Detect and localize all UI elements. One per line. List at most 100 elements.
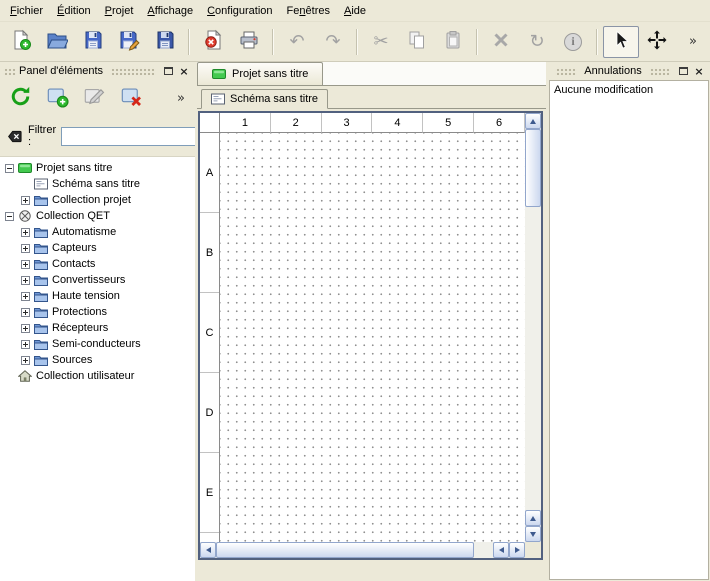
expander-plus-icon[interactable] [21,244,30,253]
left-dock-close-button[interactable]: × [176,64,192,78]
element-info-button[interactable]: i [555,26,591,58]
delete-button[interactable] [483,26,519,58]
cut-button[interactable]: ✂ [363,26,399,58]
edit-element-button[interactable] [79,83,109,113]
print-button[interactable] [231,26,267,58]
move-cross-icon [646,29,668,54]
vertical-scrollbar-track[interactable] [525,207,541,510]
rotate-icon: ↻ [529,33,544,51]
tree-item-collection-qet[interactable]: Collection QET [0,208,195,224]
expander-plus-icon[interactable] [21,340,30,349]
refresh-icon [9,85,32,111]
tree-item-schema[interactable]: Schéma sans titre [0,176,195,192]
new-element-button[interactable] [42,83,72,113]
selection-mode-button[interactable] [603,26,639,58]
open-document-button[interactable] [39,26,75,58]
tree-item-sources[interactable]: Sources [0,352,195,368]
panel-overflow-button[interactable]: » [177,91,190,106]
scroll-left-button[interactable] [200,542,216,558]
menu-projet[interactable]: Projet [98,2,141,20]
save-as-button[interactable] [111,26,147,58]
save-all-button[interactable] [147,26,183,58]
scroll-left-button-right[interactable] [493,542,509,558]
vertical-scrollbar-thumb[interactable] [525,129,541,207]
save-button[interactable] [75,26,111,58]
expander-plus-icon[interactable] [21,260,30,269]
right-dock-float-button[interactable] [675,64,691,78]
filter-input[interactable] [61,127,211,146]
elements-panel-title: Panel d'éléments [16,65,106,77]
scroll-right-button[interactable] [509,542,525,558]
toolbar-separator [476,29,478,55]
rotate-button[interactable]: ↻ [519,26,555,58]
pan-mode-button[interactable] [639,26,675,58]
toolbar-separator [356,29,358,55]
tree-item-automatisme[interactable]: Automatisme [0,224,195,240]
column-header: 6 [474,113,525,133]
toolbar-overflow-button[interactable]: » [675,26,710,58]
mdi-workspace: Projet sans titre Schéma sans titre 1 2 … [197,62,546,581]
home-icon [18,370,32,382]
undo-button[interactable]: ↶ [279,26,315,58]
menu-fichier[interactable]: Fichier [3,2,50,20]
schema-canvas[interactable] [220,133,525,542]
menu-aide[interactable]: Aide [337,2,373,20]
scroll-up-button[interactable] [525,113,541,129]
horizontal-scrollbar-track[interactable] [474,542,493,558]
menu-affichage[interactable]: Affichage [140,2,200,20]
undo-dock-titlebar[interactable]: Annulations × [548,62,710,80]
schema-tab[interactable]: Schéma sans titre [201,89,328,109]
elements-panel-toolbar: » [0,80,195,116]
expander-plus-icon[interactable] [21,292,30,301]
menu-edition[interactable]: Édition [50,2,98,20]
new-document-button[interactable] [3,26,39,58]
tree-item-convertisseurs[interactable]: Convertisseurs [0,272,195,288]
expander-plus-icon[interactable] [21,308,30,317]
expander-minus-icon[interactable] [5,212,14,221]
tree-item-project[interactable]: Projet sans titre [0,160,195,176]
project-tab[interactable]: Projet sans titre [197,62,323,85]
expander-plus-icon[interactable] [21,356,30,365]
tree-item-collection-utilisateur[interactable]: Collection utilisateur [0,368,195,384]
horizontal-scrollbar-thumb[interactable] [216,542,474,558]
tree-item-label: Automatisme [52,226,116,238]
right-dock-close-button[interactable]: × [691,64,707,78]
redo-button[interactable]: ↷ [315,26,351,58]
expander-plus-icon[interactable] [21,324,30,333]
expander-minus-icon[interactable] [5,164,14,173]
chevron-double-right-icon: » [689,34,697,49]
paste-button[interactable] [435,26,471,58]
scroll-down-button[interactable] [525,526,541,542]
refresh-collections-button[interactable] [5,83,35,113]
menu-fenetres[interactable]: Fenêtres [280,2,337,20]
column-header: 5 [423,113,474,133]
horizontal-scrollbar[interactable] [200,542,525,558]
tree-item-label: Haute tension [52,290,120,302]
left-dock-float-button[interactable] [160,64,176,78]
expander-plus-icon[interactable] [21,228,30,237]
scroll-up-button-bottom[interactable] [525,510,541,526]
expander-plus-icon[interactable] [21,196,30,205]
undo-history-list[interactable]: Aucune modification [549,80,709,580]
copy-button[interactable] [399,26,435,58]
tree-item-label: Collection utilisateur [36,370,134,382]
delete-element-button[interactable] [116,83,146,113]
expander-plus-icon[interactable] [21,276,30,285]
tree-item-collection-projet[interactable]: Collection projet [0,192,195,208]
elements-tree[interactable]: Projet sans titre Schéma sans titre Coll… [0,156,195,581]
folder-icon [34,338,48,350]
menu-configuration[interactable]: Configuration [200,2,279,20]
tree-item-haute-tension[interactable]: Haute tension [0,288,195,304]
tree-item-semi-conducteurs[interactable]: Semi-conducteurs [0,336,195,352]
close-document-button[interactable] [195,26,231,58]
clear-filter-button[interactable] [7,129,23,144]
elements-panel-titlebar[interactable]: Panel d'éléments × [0,62,195,80]
dock-grip [110,67,156,75]
tree-item-protections[interactable]: Protections [0,304,195,320]
folder-icon [34,322,48,334]
tree-item-contacts[interactable]: Contacts [0,256,195,272]
tree-item-capteurs[interactable]: Capteurs [0,240,195,256]
edit-element-icon [83,85,106,111]
tree-item-recepteurs[interactable]: Récepteurs [0,320,195,336]
vertical-scrollbar[interactable] [525,113,541,542]
